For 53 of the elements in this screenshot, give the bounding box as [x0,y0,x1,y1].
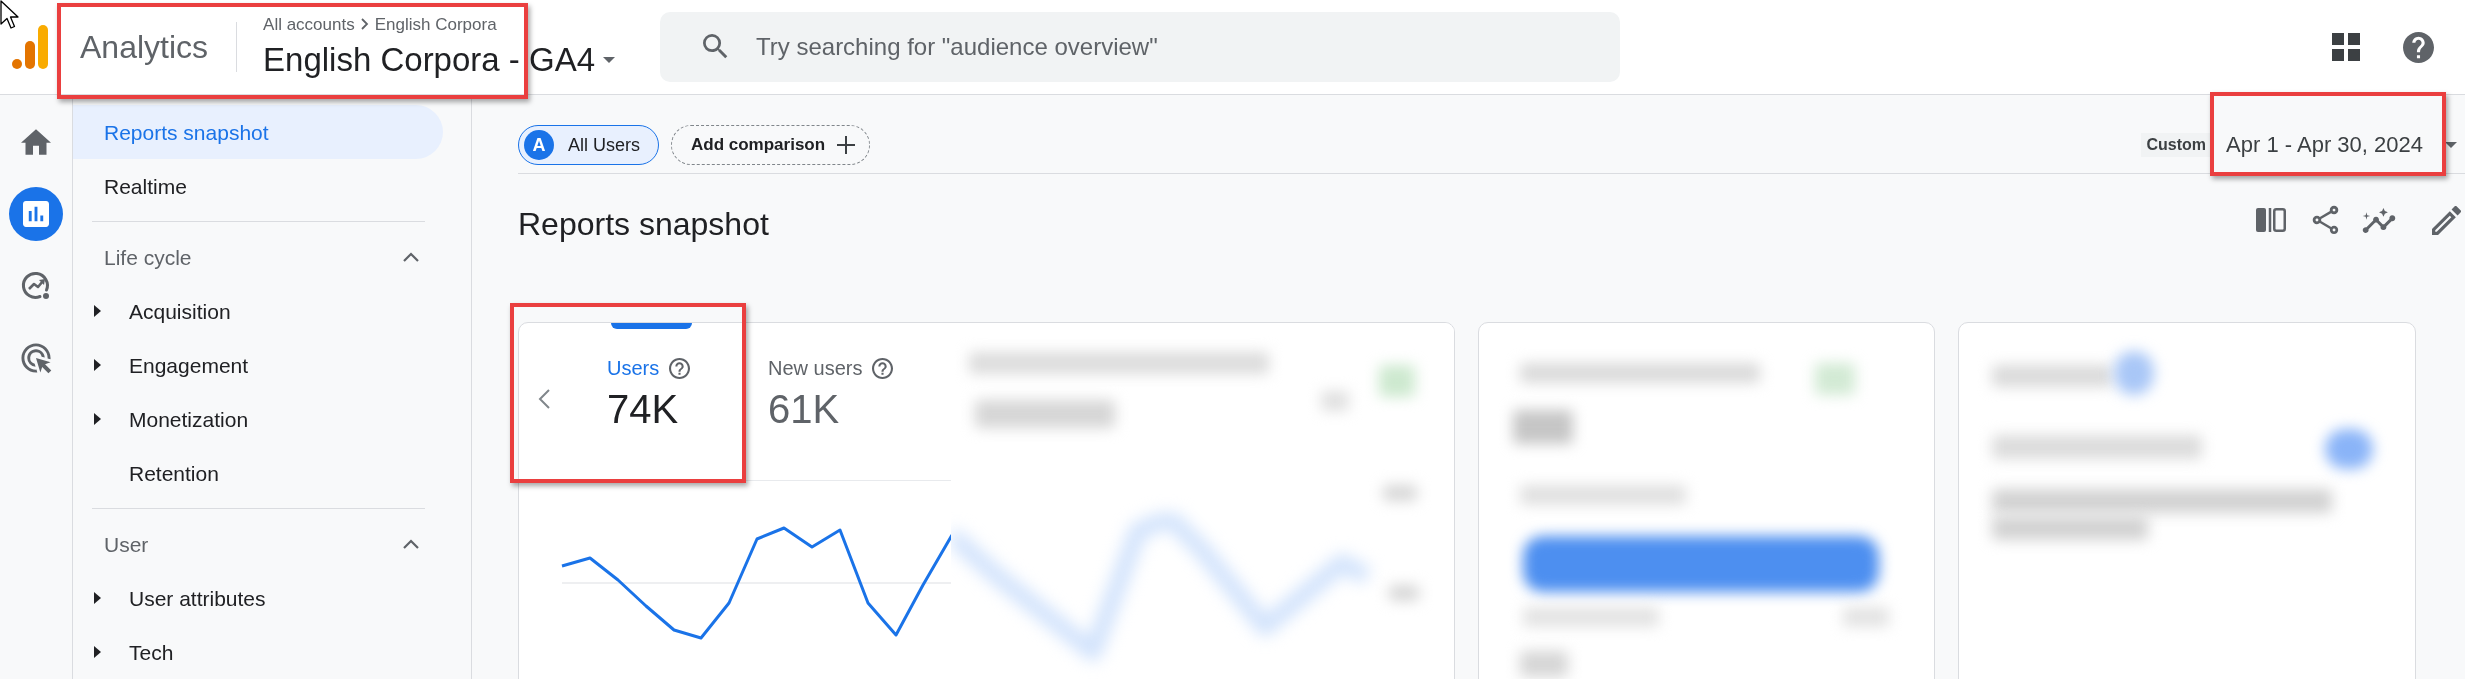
chevron-left-icon [538,389,550,409]
breadcrumb-link[interactable]: English Corpora [374,15,497,33]
chevron-up-icon [403,252,419,262]
segment-badge: A [524,130,554,160]
bar-chart-icon [23,201,49,227]
edit-icon[interactable] [2432,205,2461,235]
previous-button[interactable] [536,388,552,410]
metric-tab[interactable]: Users 74K [590,323,751,451]
sidebar-item[interactable]: Engagement [73,338,443,392]
help-icon[interactable] [2403,31,2434,63]
help-icon[interactable] [872,357,894,379]
apps-grid-icon[interactable] [2332,33,2360,61]
segment-chip[interactable]: A All Users [518,125,659,165]
section-header[interactable]: Life cycle [73,230,425,284]
dropdown-caret-icon [603,56,616,63]
chevron-up-icon [403,539,419,549]
expand-arrow-icon [94,592,101,604]
expand-arrow-icon [94,413,101,425]
trend-circle-icon [21,271,51,301]
home-icon [21,129,51,155]
section-header[interactable]: User [73,517,425,571]
expand-arrow-icon [94,359,101,371]
sidebar-item[interactable]: User attributes [73,571,443,625]
sidebar-item[interactable]: Realtime [73,159,443,213]
compare-columns-icon[interactable] [2256,208,2286,232]
metric-tab[interactable]: New users 61K [751,323,912,451]
page-title: Reports snapshot [518,208,769,240]
search-icon [703,34,728,59]
help-icon[interactable] [669,357,691,379]
product-name: Analytics [80,31,209,63]
sidebar-item[interactable]: Tech [73,625,443,679]
date-range-picker[interactable]: Apr 1 - Apr 30, 2024 [2226,134,2457,156]
blurred-text [1513,410,1573,444]
expand-arrow-icon [94,305,101,317]
sidebar-item[interactable]: Retention [73,446,443,500]
search-field[interactable]: Try searching for "audience overview" [660,12,1620,82]
blurred-text [1383,485,1417,501]
sidebar-item[interactable]: Monetization [73,392,443,446]
blurred-text [1389,585,1419,601]
property-selector[interactable]: English Corpora - GA4 [263,40,616,79]
expand-arrow-icon [94,646,101,658]
sidebar-item[interactable]: Reports snapshot [73,105,443,159]
date-preset-label: Custom [2140,133,2213,157]
insights-icon[interactable] [2362,206,2396,234]
plus-icon [837,136,856,154]
nav-rail-button[interactable] [9,187,63,241]
analytics-logo [12,25,48,69]
cursor-click-icon [20,342,52,374]
sidebar-item[interactable]: Acquisition [73,284,443,338]
chevron-right-icon [360,18,369,30]
share-icon[interactable] [2312,205,2339,235]
dropdown-caret-icon [2445,142,2457,148]
breadcrumb-link[interactable]: All accounts [263,15,355,33]
